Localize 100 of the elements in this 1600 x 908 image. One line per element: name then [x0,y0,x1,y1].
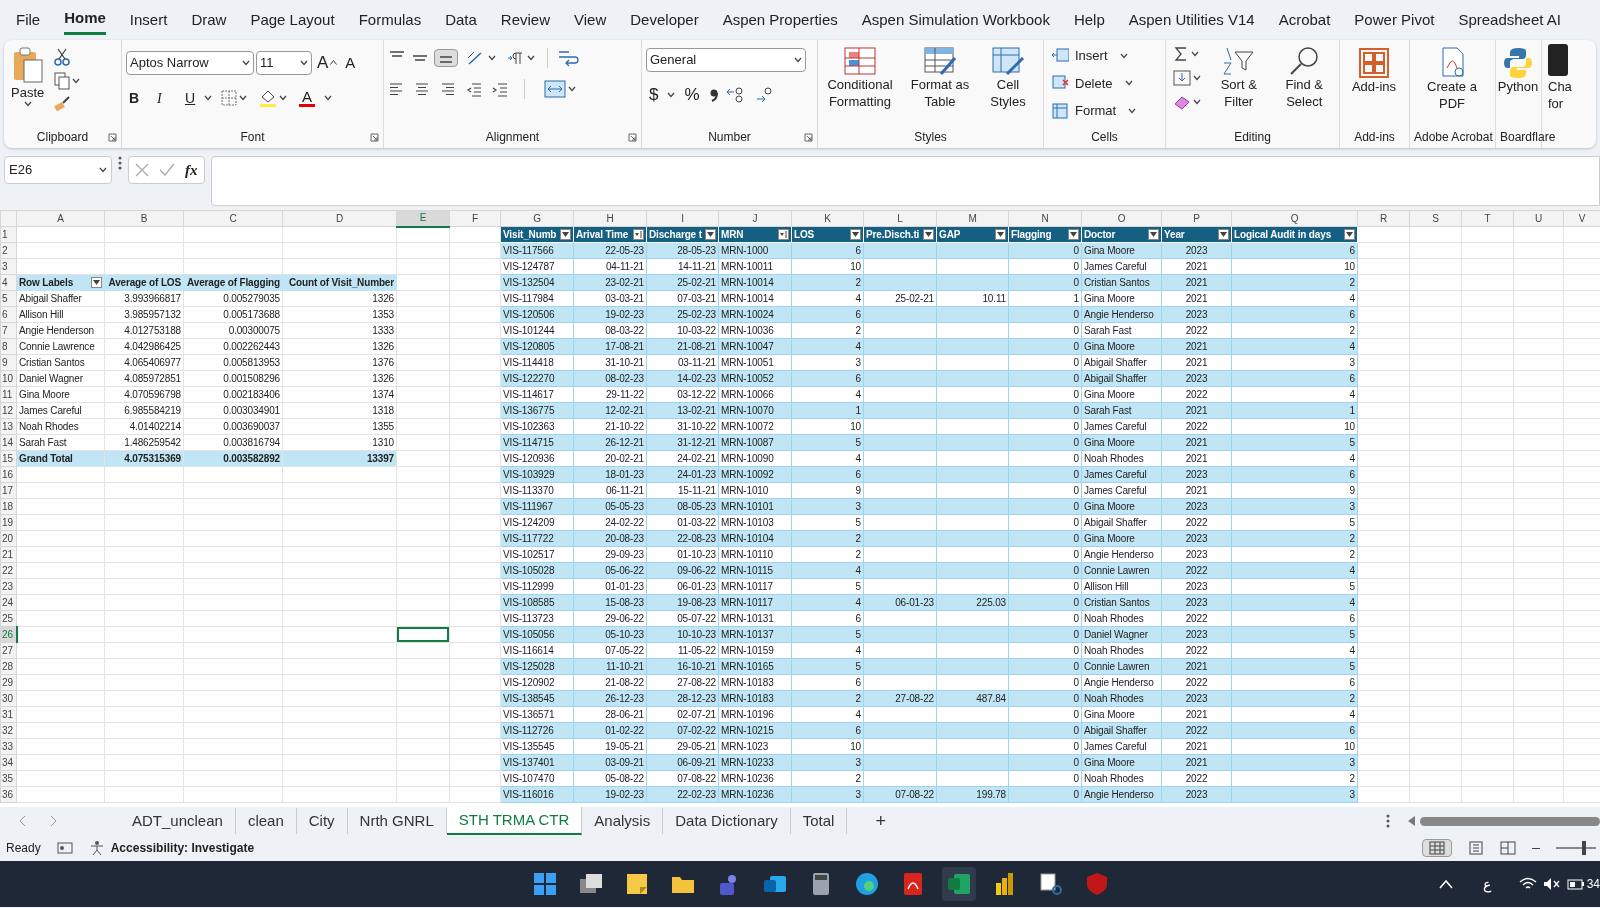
add-sheet-button[interactable]: + [863,805,898,837]
wrap-text-icon[interactable] [557,48,579,68]
chevron-up-icon[interactable] [1438,879,1453,889]
column-header[interactable]: P [1161,210,1232,227]
menu-tab[interactable]: Data [445,6,477,34]
percent-button[interactable]: % [681,80,703,110]
filter-button[interactable] [1068,229,1079,240]
align-center-icon[interactable] [414,81,430,97]
find-select-button[interactable]: Find & Select [1273,44,1335,112]
menu-tab[interactable]: Draw [191,6,227,34]
name-box[interactable]: E26 [4,156,112,184]
filter-button[interactable] [633,229,644,240]
align-left-icon[interactable] [388,81,404,97]
filter-button[interactable] [705,229,716,240]
column-header[interactable]: L [863,210,937,227]
checkmark-icon[interactable] [159,163,175,177]
column-header[interactable]: R [1357,210,1410,227]
menu-tab[interactable]: Help [1073,6,1105,34]
dialog-launcher-icon[interactable] [108,133,117,143]
font-color-button[interactable]: A [296,87,319,109]
zoom-slider-thumb[interactable] [1582,841,1586,855]
filter-button[interactable] [1148,229,1159,240]
column-header[interactable]: I [646,210,719,227]
accessibility-button[interactable]: Accessibility: Investigate [88,839,255,857]
format-cells-button[interactable]: Format [1048,99,1161,123]
conditional-formatting-button[interactable]: Conditional Formatting [822,44,898,112]
create-pdf-button[interactable]: Create a PDF [1414,44,1490,114]
currency-button[interactable]: $ [646,80,662,110]
column-header[interactable]: K [791,210,864,227]
menu-tab[interactable]: View [574,6,607,34]
menu-tab[interactable]: Power Pivot [1354,6,1435,34]
column-header[interactable]: F [449,210,501,227]
underline-button[interactable]: U [182,85,199,111]
column-header[interactable]: J [718,210,792,227]
cell-styles-button[interactable]: Cell Styles [982,44,1034,112]
battery-icon[interactable] [1566,878,1585,890]
filter-button[interactable] [560,229,571,240]
column-header[interactable]: E [396,210,450,227]
horizontal-scrollbar[interactable] [1420,816,1600,826]
font-size-dropdown[interactable]: 11 [256,50,312,75]
column-header[interactable]: U [1513,210,1564,227]
active-cell[interactable] [396,626,450,643]
number-format-dropdown[interactable]: General [646,48,806,72]
dialog-launcher-icon[interactable] [370,133,379,143]
column-header[interactable]: G [500,210,574,227]
filter-button[interactable] [1344,229,1355,240]
dialog-launcher-icon[interactable] [804,133,813,143]
scroll-left-icon[interactable] [1408,816,1416,826]
menu-tab[interactable]: Page Layout [250,6,335,34]
column-header[interactable]: V [1563,210,1600,227]
delete-cells-button[interactable]: Delete [1048,71,1161,95]
decrease-font-size-button[interactable]: A [342,49,359,76]
column-header[interactable]: D [282,210,397,227]
menu-tab[interactable]: Aspen Simulation Workbook [861,6,1050,34]
menu-tab[interactable]: Aspen Properties [722,6,838,34]
menu-tab[interactable]: Acrobat [1278,6,1331,34]
more-options-icon[interactable] [1386,814,1390,828]
speaker-muted-icon[interactable] [1542,877,1561,891]
sheet-tab[interactable]: clean [235,807,297,835]
macro-recorder-icon[interactable] [56,841,73,855]
menu-tab[interactable]: Aspen Utilities V14 [1128,6,1255,34]
font-name-dropdown[interactable]: Aptos Narrow [126,50,254,75]
column-header[interactable]: M [936,210,1009,227]
sheet-tab[interactable]: ADT_unclean [120,807,236,835]
column-header[interactable]: N [1008,210,1082,227]
sheet-tab[interactable]: Data Dictionary [663,807,791,835]
column-header[interactable]: T [1461,210,1514,227]
increase-font-size-button[interactable]: A [314,48,341,78]
sheet-tab[interactable]: Analysis [582,807,664,835]
insert-function-button[interactable]: fx [185,158,198,182]
paste-button[interactable]: Paste [8,44,48,109]
insert-cells-button[interactable]: Insert [1048,44,1161,68]
decrease-indent-icon[interactable] [466,81,482,97]
column-header[interactable]: C [183,210,283,227]
filter-button[interactable] [995,229,1006,240]
menu-tab[interactable]: Insert [129,6,168,34]
menu-tab[interactable]: Review [500,6,551,34]
page-break-icon[interactable] [1500,841,1516,855]
sort-filter-button[interactable]: Sort & Filter [1208,44,1270,112]
sheet-tab[interactable]: Nrth GNRL [347,807,447,835]
sheet-tab[interactable]: STH TRMA CTR [446,806,583,836]
dialog-launcher-icon[interactable] [628,133,637,143]
filter-button[interactable] [778,229,789,240]
menu-tab[interactable]: Formulas [358,6,422,34]
align-bottom-button[interactable] [434,49,458,67]
normal-view-button[interactable] [1422,839,1452,857]
wifi-icon[interactable] [1518,877,1537,891]
filter-button[interactable] [850,229,861,240]
filter-button[interactable] [91,277,102,288]
sheet-tab[interactable]: City [296,807,348,835]
partial-button[interactable]: Cha for [1548,44,1578,112]
bold-button[interactable]: B [126,85,148,111]
increase-indent-icon[interactable] [492,81,508,97]
column-header[interactable]: S [1409,210,1462,227]
column-header[interactable]: A [16,210,105,227]
more-options-icon[interactable] [118,156,122,170]
menu-tab[interactable]: Developer [630,6,699,34]
column-header[interactable]: H [573,210,647,227]
column-header[interactable]: O [1081,210,1162,227]
format-as-table-button[interactable]: Format as Table [902,44,978,112]
